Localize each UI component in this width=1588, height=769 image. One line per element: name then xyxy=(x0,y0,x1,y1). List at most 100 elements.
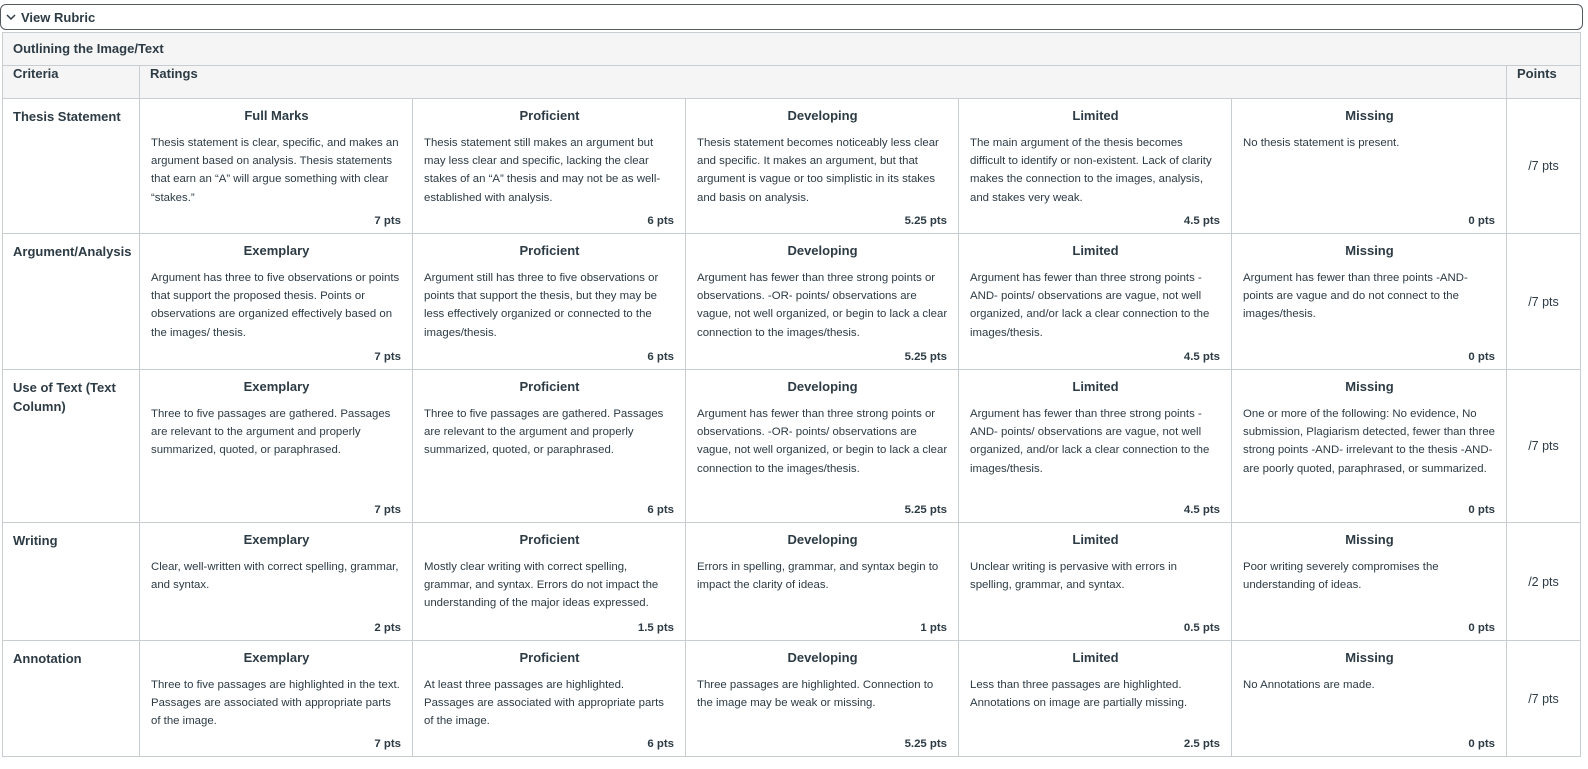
rating-cell: Limited Unclear writing is pervasive wit… xyxy=(958,522,1232,641)
rating-description: Less than three passages are highlighted… xyxy=(970,679,1188,710)
rating-description: One or more of the following: No evidenc… xyxy=(1243,408,1495,475)
rating-description: Errors in spelling, grammar, and syntax … xyxy=(697,561,939,592)
rating-points: 4.5 pts xyxy=(1183,351,1220,363)
rating-points: 4.5 pts xyxy=(1183,504,1220,516)
criterion-name: Argument/Analysis xyxy=(2,233,140,370)
rating-cell: Proficient Argument still has three to f… xyxy=(412,233,686,370)
rating-description: Thesis statement becomes noticeably less… xyxy=(697,137,939,204)
rating-cell: Proficient Three to five passages are ga… xyxy=(412,369,686,523)
rating-cell: Exemplary Argument has three to five obs… xyxy=(139,233,413,370)
rating-title: Full Marks xyxy=(244,108,309,123)
rating-points: 5.25 pts xyxy=(904,351,947,363)
rating-title: Missing xyxy=(1345,379,1394,394)
rating-cell: Limited Argument has fewer than three st… xyxy=(958,369,1232,523)
rating-description: The main argument of the thesis becomes … xyxy=(970,137,1212,204)
points-value: /7 pts xyxy=(1506,233,1581,370)
rating-description: Three passages are highlighted. Connecti… xyxy=(697,679,934,710)
rating-title: Proficient xyxy=(519,243,580,258)
rating-description: Thesis statement is clear, specific, and… xyxy=(151,137,399,204)
rating-points: 4.5 pts xyxy=(1183,215,1220,227)
rating-description: Argument has three to five observations … xyxy=(151,272,400,339)
rating-title: Limited xyxy=(1072,532,1119,547)
rating-points: 0 pts xyxy=(1468,504,1495,516)
rating-points: 5.25 pts xyxy=(904,504,947,516)
rating-title: Limited xyxy=(1072,650,1119,665)
points-value: /7 pts xyxy=(1506,98,1581,234)
rating-title: Developing xyxy=(787,532,858,547)
rating-cell: Missing Poor writing severely compromise… xyxy=(1231,522,1507,641)
rating-title: Missing xyxy=(1345,243,1394,258)
rating-points: 7 pts xyxy=(374,738,401,750)
rating-cell: Limited The main argument of the thesis … xyxy=(958,98,1232,234)
ratings-header: Ratings xyxy=(139,65,1507,99)
rating-title: Exemplary xyxy=(243,532,310,547)
rating-cell: Limited Argument has fewer than three st… xyxy=(958,233,1232,370)
rating-points: 2.5 pts xyxy=(1183,738,1220,750)
rating-cell: Missing One or more of the following: No… xyxy=(1231,369,1507,523)
rating-title: Limited xyxy=(1072,108,1119,123)
rating-title: Exemplary xyxy=(243,379,310,394)
rating-points: 0 pts xyxy=(1468,351,1495,363)
rating-points: 0 pts xyxy=(1468,738,1495,750)
rating-title: Developing xyxy=(787,379,858,394)
rating-points: 7 pts xyxy=(374,351,401,363)
rating-title: Proficient xyxy=(519,650,580,665)
view-rubric-toggle[interactable]: View Rubric xyxy=(0,4,1583,30)
chevron-down-icon xyxy=(5,11,17,23)
rating-points: 1.5 pts xyxy=(637,622,674,634)
rating-points: 6 pts xyxy=(647,215,674,227)
rating-title: Proficient xyxy=(519,379,580,394)
points-value: /7 pts xyxy=(1506,640,1581,757)
rating-description: Three to five passages are gathered. Pas… xyxy=(151,408,391,457)
rating-description: Argument has fewer than three strong poi… xyxy=(970,272,1210,339)
rating-points: 0 pts xyxy=(1468,215,1495,227)
rating-title: Missing xyxy=(1345,108,1394,123)
rating-description: At least three passages are highlighted.… xyxy=(424,679,664,728)
rating-points: 6 pts xyxy=(647,504,674,516)
points-value: /7 pts xyxy=(1506,369,1581,523)
criterion-row: Thesis Statement Full Marks Thesis state… xyxy=(2,98,1581,234)
rating-points: 0.5 pts xyxy=(1183,622,1220,634)
rating-title: Proficient xyxy=(519,108,580,123)
view-rubric-label: View Rubric xyxy=(21,9,96,25)
rating-points: 7 pts xyxy=(374,504,401,516)
rating-description: No Annotations are made. xyxy=(1243,679,1375,691)
rating-title: Limited xyxy=(1072,379,1119,394)
rating-title: Exemplary xyxy=(243,243,310,258)
criterion-row: Annotation Exemplary Three to five passa… xyxy=(2,640,1581,757)
rating-cell: Exemplary Three to five passages are hig… xyxy=(139,640,413,757)
rating-description: Argument has fewer than three strong poi… xyxy=(970,408,1210,475)
rating-points: 1 pts xyxy=(920,622,947,634)
rating-points: 2 pts xyxy=(374,622,401,634)
rating-description: Three to five passages are gathered. Pas… xyxy=(424,408,664,457)
rating-description: Thesis statement still makes an argument… xyxy=(424,137,661,204)
rating-points: 5.25 pts xyxy=(904,215,947,227)
rating-cell: Exemplary Three to five passages are gat… xyxy=(139,369,413,523)
rating-cell: Developing Three passages are highlighte… xyxy=(685,640,959,757)
criterion-name: Use of Text (Text Column) xyxy=(2,369,140,523)
rating-cell: Missing No Annotations are made. 0 pts xyxy=(1231,640,1507,757)
rubric-table: Outlining the Image/Text Criteria Rating… xyxy=(2,32,1581,757)
rating-description: Poor writing severely compromises the un… xyxy=(1243,561,1439,592)
points-value: /2 pts xyxy=(1506,522,1581,641)
rating-cell: Proficient Mostly clear writing with cor… xyxy=(412,522,686,641)
rating-cell: Proficient Thesis statement still makes … xyxy=(412,98,686,234)
rating-points: 6 pts xyxy=(647,351,674,363)
rating-title: Developing xyxy=(787,243,858,258)
rating-description: Three to five passages are highlighted i… xyxy=(151,679,400,728)
rating-cell: Developing Argument has fewer than three… xyxy=(685,233,959,370)
rubric-title: Outlining the Image/Text xyxy=(2,32,1581,66)
criterion-name: Writing xyxy=(2,522,140,641)
criterion-row: Use of Text (Text Column) Exemplary Thre… xyxy=(2,369,1581,523)
rating-cell: Limited Less than three passages are hig… xyxy=(958,640,1232,757)
criterion-row: Argument/Analysis Exemplary Argument has… xyxy=(2,233,1581,370)
rating-cell: Proficient At least three passages are h… xyxy=(412,640,686,757)
criterion-name: Annotation xyxy=(2,640,140,757)
rating-description: Argument has fewer than three points -AN… xyxy=(1243,272,1468,321)
criterion-row: Writing Exemplary Clear, well-written wi… xyxy=(2,522,1581,641)
rating-description: Clear, well-written with correct spellin… xyxy=(151,561,399,592)
rating-description: Unclear writing is pervasive with errors… xyxy=(970,561,1177,592)
rating-cell: Missing Argument has fewer than three po… xyxy=(1231,233,1507,370)
rating-description: Argument has fewer than three strong poi… xyxy=(697,408,948,475)
points-header: Points xyxy=(1506,65,1581,99)
